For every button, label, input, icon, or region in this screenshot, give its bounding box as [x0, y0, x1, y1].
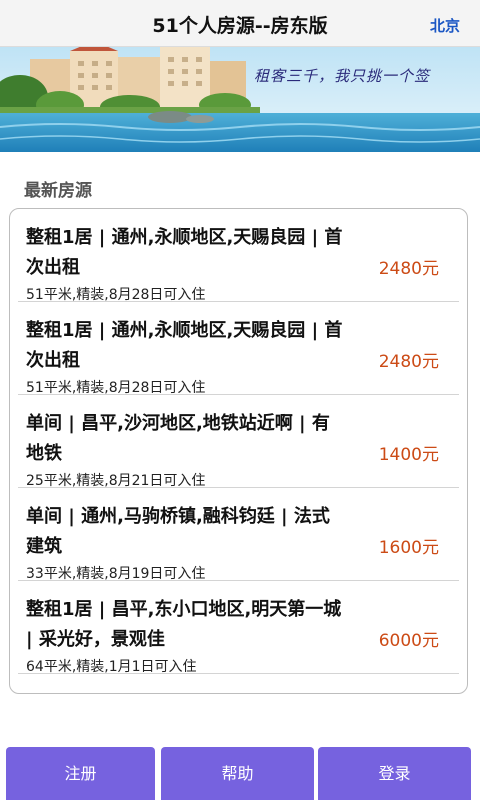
banner-illustration: [0, 47, 480, 152]
listing-price: 6000元: [378, 631, 439, 651]
app-header: 51个人房源--房东版 北京: [0, 0, 480, 47]
list-item[interactable]: 整租1居 | 通州,永顺地区,天赐良园 | 首次出租 51平米,精装,8月28日…: [18, 209, 459, 303]
listing-name: 整租1居 | 通州,永顺地区,天赐良园 | 首次出租: [26, 320, 343, 371]
help-button[interactable]: 帮助: [161, 747, 314, 800]
city-selector[interactable]: 北京: [430, 15, 460, 36]
login-button[interactable]: 登录: [318, 747, 471, 800]
banner-slogan: 租客三千，我只挑一个签: [254, 67, 431, 85]
banner-image: 租客三千，我只挑一个签: [0, 47, 480, 152]
list-item[interactable]: 单间 | 昌平,沙河地区,地铁站近啊 | 有地铁 25平米,精装,8月21日可入…: [18, 395, 459, 489]
listing-name: 单间 | 通州,马驹桥镇,融科钧廷 | 法式建筑: [26, 506, 330, 557]
listing-name: 单间 | 昌平,沙河地区,地铁站近啊 | 有地铁: [26, 413, 330, 464]
section-title: 最新房源: [24, 181, 92, 201]
page-title: 51个人房源--房东版: [152, 15, 328, 37]
list-item[interactable]: 单间 | 通州,马驹桥镇,融科钧廷 | 法式建筑 33平米,精装,8月19日可入…: [18, 488, 459, 582]
listing-price: 2480元: [378, 259, 439, 279]
listing-name: 整租1居 | 昌平,东小口地区,明天第一城 | 采光好，景观佳: [26, 599, 342, 650]
listing-price: 2480元: [378, 352, 439, 372]
register-button[interactable]: 注册: [6, 747, 155, 800]
listing-desc: 64平米,精装,1月1日可入住: [26, 659, 197, 675]
bottom-nav: 注册 帮助 登录: [0, 744, 480, 800]
list-item[interactable]: 整租1居 | 昌平,东小口地区,明天第一城 | 采光好，景观佳 64平米,精装,…: [18, 581, 459, 675]
listing-price: 1600元: [378, 538, 439, 558]
listing-name: 整租1居 | 通州,永顺地区,天赐良园 | 首次出租: [26, 227, 343, 278]
list-item[interactable]: 整租1居 | 通州,永顺地区,天赐良园 | 首次出租 51平米,精装,8月28日…: [18, 302, 459, 396]
listing-price: 1400元: [378, 445, 439, 465]
listing-list: 整租1居 | 通州,永顺地区,天赐良园 | 首次出租 51平米,精装,8月28日…: [9, 208, 468, 694]
